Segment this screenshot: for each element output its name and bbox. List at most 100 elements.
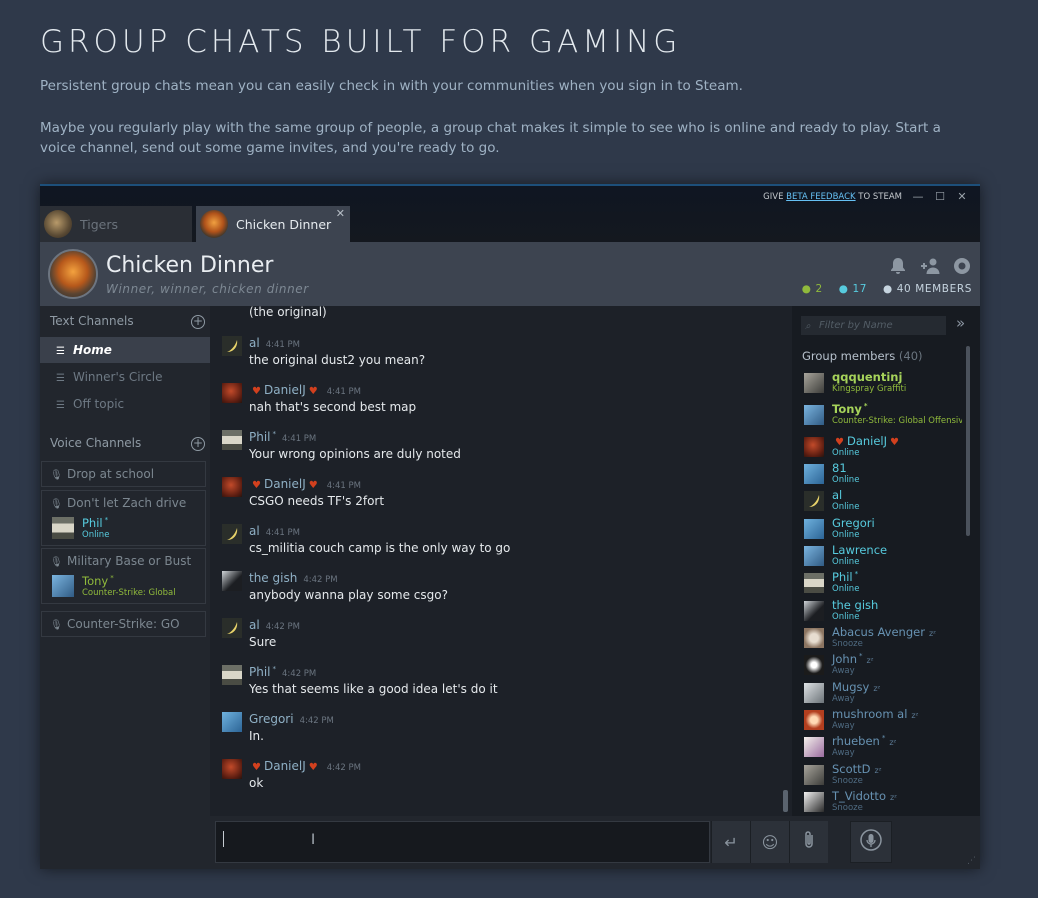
chicken-dinner-avatar [200,210,228,238]
group-members-label: Group members [802,349,896,363]
heart-icon: ♥ [890,437,899,448]
voice-member-status: Online [82,530,110,540]
message-list[interactable]: (the original) al 4:41 PM the original du… [210,306,792,816]
member-qqquentinj[interactable]: qqquentinj Kingspray Graffiti [802,370,972,397]
heart-icon: ♥ [308,480,318,491]
voice-member-tony[interactable]: Tony * Counter-Strike: Global [42,573,205,603]
message-author[interactable]: DanielJ [264,383,306,397]
member-status: Away [832,694,855,704]
members-count: ● 40 MEMBERS [883,283,972,295]
member-mushroom-al[interactable]: mushroom al zᶻ Away [802,707,972,734]
member-status: Online [832,584,860,594]
member-name: Mugsy [832,680,870,694]
gear-icon[interactable] [952,256,972,276]
member-status: Online [832,502,860,512]
member-danielj[interactable]: ♥ DanielJ ♥ Online [802,434,972,461]
close-window-button[interactable]: ✕ [956,190,968,203]
chat-scrollbar[interactable] [783,790,788,812]
voice-room-dont-let-zach-drive[interactable]: 🎙 Don't let Zach drive Phil * Online [41,490,206,546]
member-al[interactable]: al Online [802,488,972,515]
text-caret [223,831,224,847]
attach-button[interactable] [789,821,828,863]
message-author[interactable]: the gish [249,571,297,585]
emoticon-button[interactable]: ☺ [750,821,789,863]
member-abacus-avenger[interactable]: Abacus Avenger zᶻ Snooze [802,625,972,652]
message-author[interactable]: Phil [249,665,271,679]
members-panel: ⌕ Filter by Name » Group members (40) qq… [792,306,980,816]
member-status: Online [832,557,860,567]
voice-room-label: Military Base or Bust [67,554,192,568]
message-author[interactable]: DanielJ [264,477,306,491]
member-status: Online [832,612,860,622]
snooze-icon: zᶻ [889,793,898,802]
voice-room-counter-strike-go[interactable]: 🎙 Counter-Strike: GO [41,611,206,637]
message-text: Your wrong opinions are duly noted [249,447,461,461]
member-gregori[interactable]: Gregori Online [802,516,972,543]
group-members-header: Group members (40) [802,349,923,363]
channel-home[interactable]: ☰ Home [40,337,210,363]
microphone-icon: 🎙 [50,557,63,568]
message-author[interactable]: DanielJ [264,759,306,773]
message-time: 4:41 PM [326,387,361,397]
avatar [804,464,824,484]
text-channel-icon: ☰ [56,346,65,357]
member-tony[interactable]: Tony * Counter-Strike: Global Offensive [802,402,972,429]
avatar [52,575,74,597]
channel-off-topic[interactable]: ☰ Off topic [40,391,210,417]
member-phil[interactable]: Phil * Online [802,570,972,597]
member-status: Kingspray Graffiti [832,384,907,394]
message-author[interactable]: Phil [249,430,271,444]
message-input[interactable]: I [215,821,710,863]
message-author[interactable]: al [249,618,260,632]
member-counts: ● 2 ● 17 ● 40 MEMBERS [802,283,972,295]
member-name: mushroom al [832,707,908,721]
heart-icon: ♥ [308,386,318,397]
text-channels-header: Text Channels [50,314,134,328]
voice-member-name: Tony [82,574,109,588]
add-voice-channel-icon[interactable]: + [191,437,205,451]
voice-member-phil[interactable]: Phil * Online [42,515,205,545]
member-status: Snooze [832,776,863,786]
member-t-vidotto[interactable]: T_Vidotto zᶻ Snooze [802,789,972,816]
maximize-button[interactable]: ☐ [934,190,946,203]
message-time: 4:41 PM [282,434,317,444]
member-lawrence[interactable]: Lawrence Online [802,543,972,570]
collapse-panel-icon[interactable]: » [956,314,965,332]
resize-grip-icon[interactable]: ⋰ [967,856,976,866]
member-name: Lawrence [832,543,888,557]
member-the-gish[interactable]: the gish Online [802,598,972,625]
message-author[interactable]: Gregori [249,712,294,726]
avatar [222,712,242,732]
voice-room-drop-at-school[interactable]: 🎙 Drop at school [41,461,206,487]
away-icon: zᶻ [873,684,881,693]
send-button[interactable]: ↵ [711,821,750,863]
member-name: T_Vidotto [832,789,886,803]
avatar [222,665,242,685]
message-time: 4:41 PM [265,528,300,538]
member-81[interactable]: 81 Online [802,461,972,488]
away-icon: zᶻ [911,711,919,720]
voice-room-military-base-or-bust[interactable]: 🎙 Military Base or Bust Tony * Counter-Str… [41,548,206,604]
channel-winners-circle[interactable]: ☰ Winner's Circle [40,364,210,390]
member-mugsy[interactable]: Mugsy zᶻ Away [802,680,972,707]
voice-room-label: Don't let Zach drive [67,496,187,510]
voice-chat-button[interactable] [850,821,892,863]
add-text-channel-icon[interactable]: + [191,315,205,329]
message-author[interactable]: al [249,336,260,350]
member-john[interactable]: John * zᶻ Away [802,652,972,679]
avatar [804,405,824,425]
bell-icon[interactable] [888,256,908,276]
beta-feedback-link[interactable]: GIVE BETA FEEDBACK TO STEAM [763,192,902,202]
close-tab-icon[interactable]: ✕ [336,207,345,220]
tab-chicken-dinner[interactable]: Chicken Dinner ✕ [196,206,350,242]
filter-members-input[interactable]: ⌕ Filter by Name [801,316,946,335]
message-author[interactable]: al [249,524,260,538]
tab-tigers[interactable]: Tigers [40,206,192,242]
message-text: nah that's second best map [249,400,417,414]
microphone-icon: 🎙 [50,499,63,510]
member-rhueben[interactable]: rhueben * zᶻ Away [802,734,972,761]
microphone-icon: 🎙 [50,620,63,631]
add-friend-icon[interactable] [920,256,940,276]
member-scottd[interactable]: ScottD zᶻ Snooze [802,762,972,789]
minimize-button[interactable]: — [912,190,924,203]
